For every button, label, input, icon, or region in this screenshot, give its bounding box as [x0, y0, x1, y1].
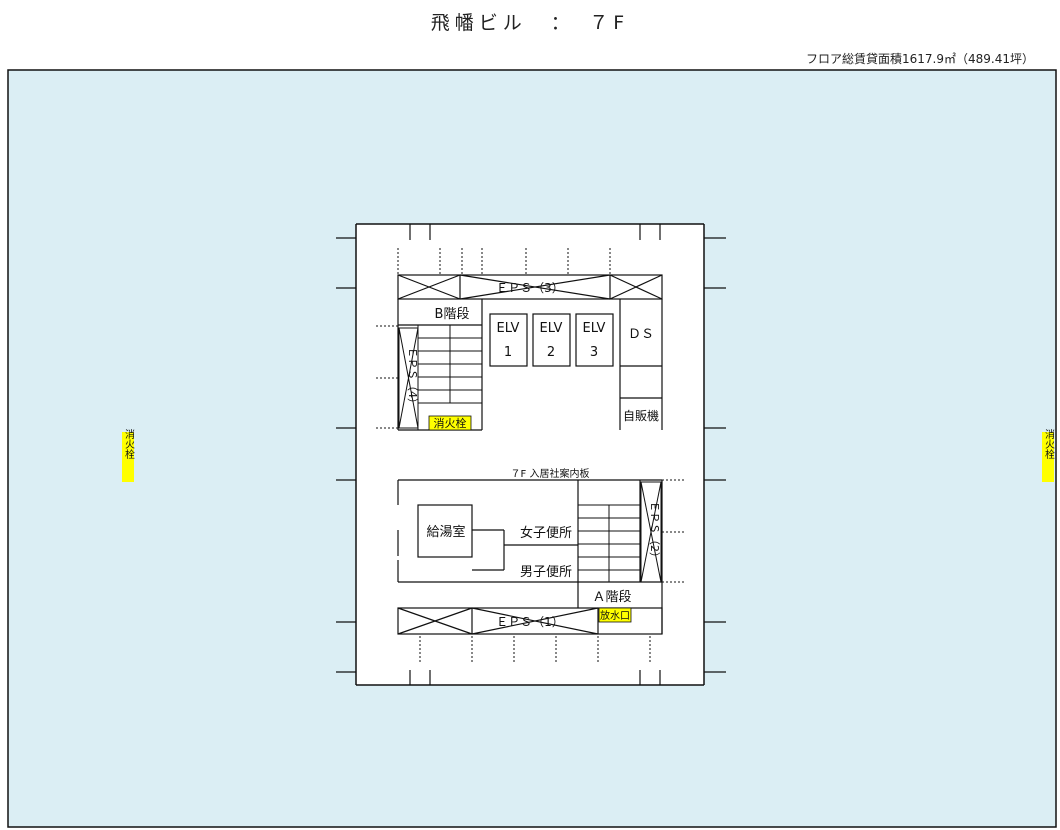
ds-label: ＤＳ: [628, 327, 654, 342]
floor-plan: ＥＰＳ（3） B階段 ＥＰＳ（4） ELV 1 ELV 2 ELV 3 ＤＳ 自…: [7, 69, 1057, 828]
eps3-label: ＥＰＳ（3）: [496, 281, 564, 295]
women-restroom-label: 女子便所: [520, 525, 572, 541]
vending-machine-label: 自販機: [623, 408, 659, 423]
elevator-1-label: ELV: [497, 321, 520, 336]
water-outlet-label: 放水口: [600, 609, 630, 622]
kitchenette-label: 給湯室: [426, 524, 465, 540]
men-restroom-label: 男子便所: [520, 565, 572, 580]
tenant-directory-label: ７F 入居社案内板: [511, 467, 590, 480]
a-stairs-label: Ａ階段: [592, 590, 631, 605]
elevator-1-number: 1: [504, 345, 512, 360]
eps2-label: ＥＰＳ（2）: [648, 501, 661, 563]
elevator-2-label: ELV: [540, 321, 563, 336]
left-hydrant-label: 消火栓: [123, 428, 135, 460]
eps4-label: ＥＰＳ（4）: [406, 347, 419, 409]
b-stairs-label: B階段: [435, 307, 470, 322]
eps1-label: ＥＰＳ（1）: [496, 615, 564, 629]
elevator-2-number: 2: [547, 345, 555, 360]
core-hydrant-label: 消火栓: [434, 416, 467, 430]
elevator-3-number: 3: [590, 345, 598, 360]
elevator-3-label: ELV: [583, 321, 606, 336]
right-hydrant-label: 消火栓: [1043, 428, 1055, 460]
